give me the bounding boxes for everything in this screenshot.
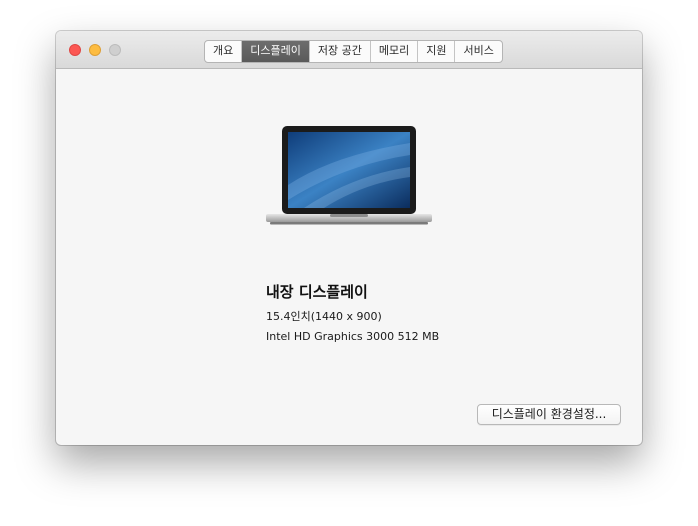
display-preferences-button[interactable]: 디스플레이 환경설정... [477, 404, 621, 425]
zoom-button[interactable] [109, 44, 121, 56]
display-size: 15.4인치(1440 x 900) [266, 310, 382, 323]
minimize-button[interactable] [89, 44, 101, 56]
tab-displays[interactable]: 디스플레이 [241, 41, 309, 62]
tab-bar: 개요 디스플레이 저장 공간 메모리 지원 서비스 [204, 40, 503, 63]
tab-overview[interactable]: 개요 [205, 41, 241, 62]
title-bar[interactable]: 개요 디스플레이 저장 공간 메모리 지원 서비스 [56, 31, 642, 69]
tab-service[interactable]: 서비스 [454, 41, 501, 62]
about-this-mac-window: 개요 디스플레이 저장 공간 메모리 지원 서비스 내장 디스플레이 15.4인… [56, 31, 642, 445]
display-graphics: Intel HD Graphics 3000 512 MB [266, 330, 440, 343]
display-title: 내장 디스플레이 [266, 283, 368, 301]
tab-support[interactable]: 지원 [417, 41, 454, 62]
macbook-pro-icon [266, 126, 432, 225]
close-button[interactable] [69, 44, 81, 56]
tab-memory[interactable]: 메모리 [369, 41, 417, 62]
tab-storage[interactable]: 저장 공간 [308, 41, 370, 62]
